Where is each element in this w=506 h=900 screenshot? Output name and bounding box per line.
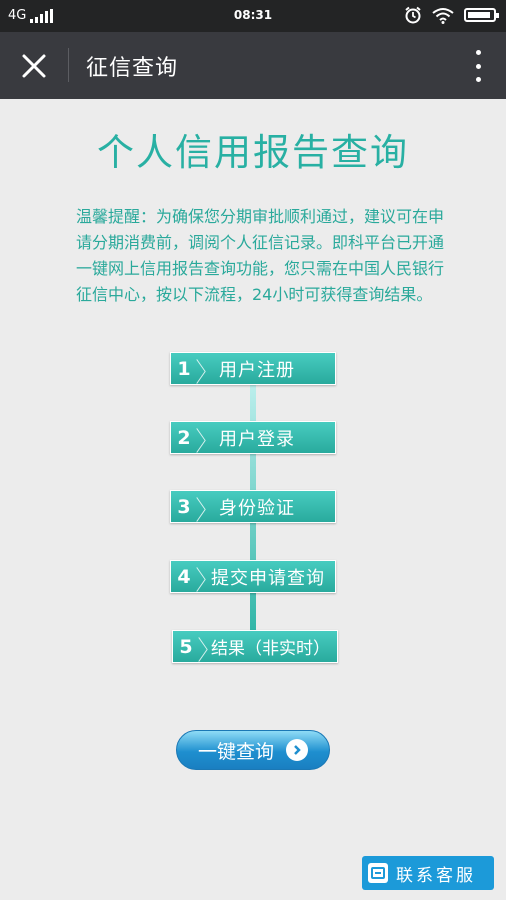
chevron-right-icon <box>197 491 207 523</box>
chevron-right-icon <box>197 422 207 454</box>
wifi-icon <box>432 7 454 24</box>
more-dot-icon <box>475 77 481 82</box>
header-title: 征信查询 <box>86 56 179 81</box>
chevron-right-icon <box>199 631 209 663</box>
header-divider <box>68 48 69 82</box>
close-icon <box>22 54 46 78</box>
more-dot-icon <box>475 50 481 55</box>
step-login[interactable]: 2 用户登录 <box>170 421 336 454</box>
alarm-icon <box>405 6 421 24</box>
contact-support-button[interactable]: 联系客服 <box>362 856 494 890</box>
arrow-right-icon <box>286 739 308 761</box>
app-header: 征信查询 <box>0 32 506 99</box>
step-submit-query[interactable]: 4 提交申请查询 <box>170 560 336 593</box>
close-button[interactable] <box>18 50 50 82</box>
step-result[interactable]: 5 结果（非实时） <box>172 630 338 663</box>
step-label: 用户注册 <box>219 359 295 381</box>
more-dot-icon <box>475 63 481 69</box>
battery-icon <box>464 8 499 22</box>
one-click-query-button[interactable]: 一键查询 <box>176 730 330 770</box>
support-icon <box>368 863 388 883</box>
step-label: 用户登录 <box>219 428 295 450</box>
more-menu-button[interactable] <box>472 50 484 82</box>
status-bar: 4G 08:31 <box>0 0 506 32</box>
step-label: 提交申请查询 <box>211 567 325 589</box>
query-button-label: 一键查询 <box>197 740 274 763</box>
step-identity-verification[interactable]: 3 身份验证 <box>170 490 336 523</box>
contact-label: 联系客服 <box>396 865 476 886</box>
chevron-right-icon <box>197 353 207 385</box>
page-title: 个人信用报告查询 <box>97 131 409 174</box>
chevron-right-icon <box>197 561 207 593</box>
step-label: 身份验证 <box>219 497 295 519</box>
step-label: 结果（非实时） <box>211 639 330 659</box>
step-register[interactable]: 1 用户注册 <box>170 352 336 385</box>
notice-text: 温馨提醒：为确保您分期审批顺利通过，建议可在申请分期消费前，调阅个人征信记录。即… <box>76 207 445 304</box>
